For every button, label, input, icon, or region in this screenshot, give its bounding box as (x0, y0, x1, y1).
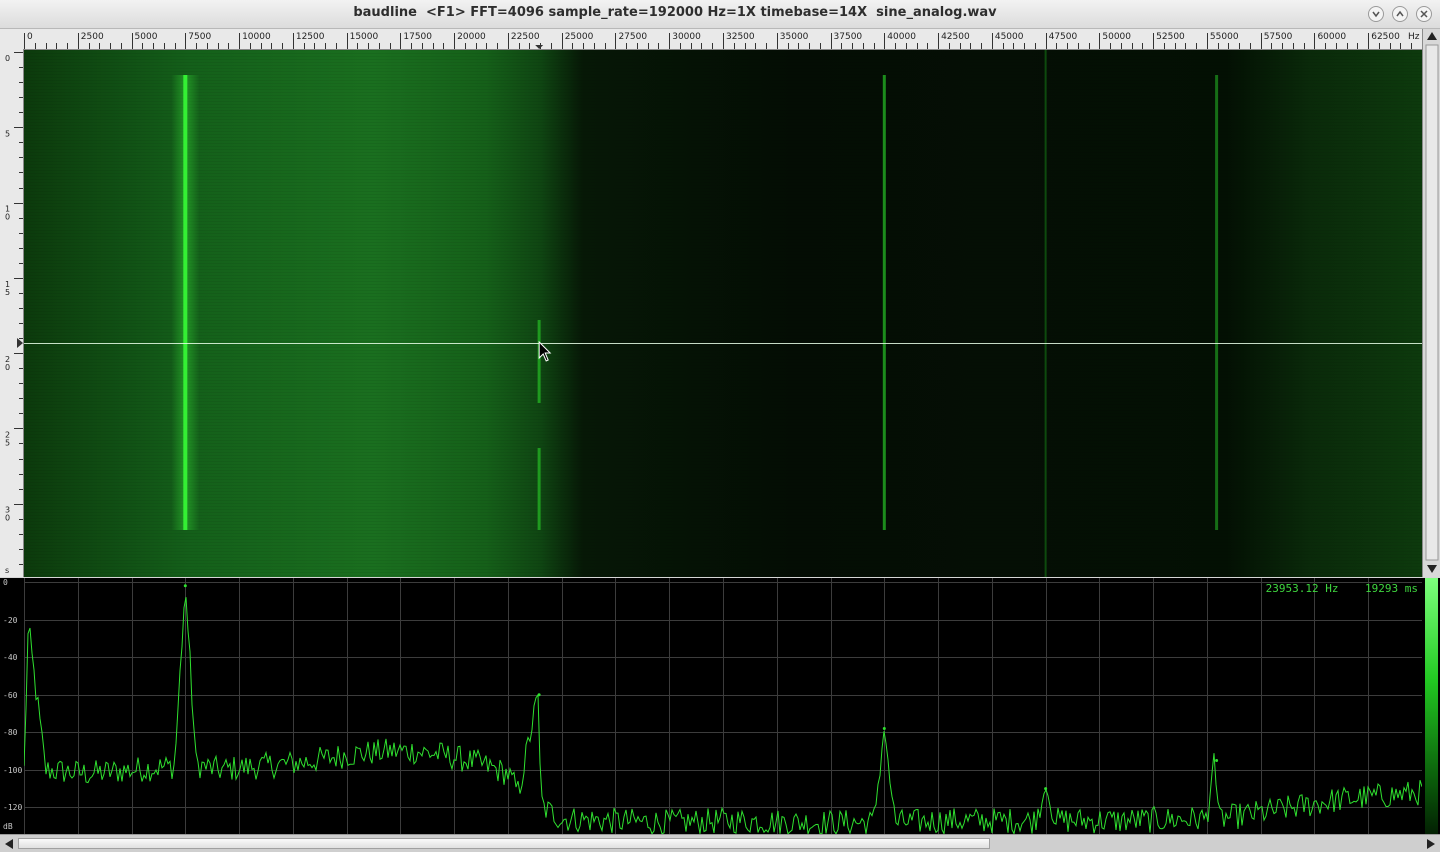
spectrogram-display[interactable] (24, 50, 1422, 577)
scroll-left-icon[interactable] (2, 837, 16, 851)
ruler-tick-label: 45000 (995, 32, 1024, 42)
db-tick-label: -40 (3, 653, 18, 663)
window-titlebar[interactable]: baudline <F1> FFT=4096 sample_rate=19200… (0, 0, 1440, 29)
ruler-tick-label: 2500 (81, 32, 104, 42)
spectrum-plot[interactable]: 23953.12 Hz 19293 ms (24, 578, 1422, 834)
spectrum-peak (183, 584, 187, 588)
ruler-tick-label: 17500 (403, 32, 432, 42)
ruler-tick-label: 10000 (242, 32, 271, 42)
vertical-scroll-thumb[interactable] (1425, 44, 1439, 561)
tone-line (882, 75, 886, 530)
readout-time: 19293 ms (1365, 582, 1418, 595)
ruler-tick-label: 27500 (618, 32, 647, 42)
ruler-tick-label: 25000 (565, 32, 594, 42)
time-unit-label: s (5, 566, 9, 575)
time-tick-label: 5 (5, 288, 10, 297)
readout-frequency: 23953.12 Hz (1265, 582, 1339, 595)
spectrum-peak (882, 727, 886, 731)
ruler-tick-label: 40000 (887, 32, 916, 42)
time-tick-label: 0 (5, 363, 10, 372)
time-tick-label: 5 (5, 438, 10, 447)
color-scale-gradient (1425, 578, 1438, 834)
time-ruler[interactable]: 051015202530s (0, 49, 24, 580)
ruler-tick-label: 22500 (511, 32, 540, 42)
tone-line (1215, 75, 1219, 530)
tone-line (537, 448, 541, 530)
time-tick-label: 0 (5, 213, 10, 222)
ruler-tick-label: 35000 (780, 32, 809, 42)
ruler-tick-label: 55000 (1210, 32, 1239, 42)
db-tick-label: -100 (3, 765, 23, 775)
ruler-tick-label: 15000 (350, 32, 379, 42)
minimize-icon[interactable] (1368, 6, 1384, 22)
cursor-readout: 23953.12 Hz 19293 ms (1266, 582, 1418, 595)
time-tick-label: 5 (5, 129, 10, 138)
db-axis: 0 -20 -40 -60 -80 -100 -120 dB (0, 578, 24, 834)
tone-line (183, 75, 188, 530)
ruler-tick-label: 62500 (1371, 32, 1400, 42)
mouse-pointer-icon (538, 340, 552, 362)
scroll-down-icon[interactable] (1427, 565, 1437, 573)
ruler-tick-label: 47500 (1049, 32, 1078, 42)
maximize-icon[interactable] (1392, 6, 1408, 22)
frequency-ruler-ticks: 0 2500 5000 7500 10000 12500 15000 17500 20000 22… (24, 29, 1423, 49)
spectrogram-overlay (24, 50, 1422, 577)
frequency-ruler[interactable]: 0 2500 5000 7500 10000 12500 15000 17500 20000 22… (24, 29, 1423, 50)
ruler-corner (0, 29, 24, 50)
time-ruler-ticks: 051015202530s (5, 52, 23, 580)
db-unit-label: dB (3, 822, 13, 831)
ruler-tick-label: 12500 (296, 32, 325, 42)
vertical-scrollbar[interactable] (1422, 29, 1440, 577)
close-icon[interactable] (1416, 6, 1432, 22)
time-tick-label: 0 (5, 514, 10, 523)
color-scale-bar (1422, 578, 1440, 834)
db-tick-label: -20 (3, 615, 18, 625)
spectrum-chart (24, 578, 1422, 834)
ruler-tick-label: 5000 (135, 32, 158, 42)
horizontal-scrollbar[interactable] (0, 834, 1440, 852)
ruler-tick-label: 20000 (457, 32, 486, 42)
ruler-tick-label: 60000 (1317, 32, 1346, 42)
time-tick-label: 0 (5, 54, 10, 63)
spectrum-peak (1215, 758, 1219, 762)
ruler-tick-label: 57500 (1264, 32, 1293, 42)
ruler-tick-label: 52500 (1156, 32, 1185, 42)
ruler-tick-label: 7500 (188, 32, 211, 42)
scroll-right-icon[interactable] (1424, 837, 1438, 851)
db-tick-label: -120 (3, 803, 23, 813)
time-cursor-marker (17, 338, 23, 348)
db-tick-label: 0 (3, 578, 8, 587)
spectrum-peak (1044, 787, 1048, 791)
ruler-tick-label: 32500 (726, 32, 755, 42)
db-tick-label: -80 (3, 728, 18, 738)
horizontal-scroll-thumb[interactable] (18, 838, 990, 849)
ruler-tick-label: 0 (27, 32, 33, 42)
db-tick-label: -60 (3, 690, 18, 700)
tone-line (537, 320, 541, 403)
spectrum-peak (537, 693, 541, 697)
ruler-tick-label: 30000 (672, 32, 701, 42)
tone-line (1044, 50, 1047, 577)
ruler-tick-label: 42500 (941, 32, 970, 42)
ruler-tick-label: 37500 (834, 32, 863, 42)
scroll-up-icon[interactable] (1427, 32, 1437, 40)
ruler-tick-label: 50000 (1102, 32, 1131, 42)
ruler-unit-label: Hz (1408, 32, 1420, 42)
window-title: baudline <F1> FFT=4096 sample_rate=19200… (353, 5, 997, 20)
